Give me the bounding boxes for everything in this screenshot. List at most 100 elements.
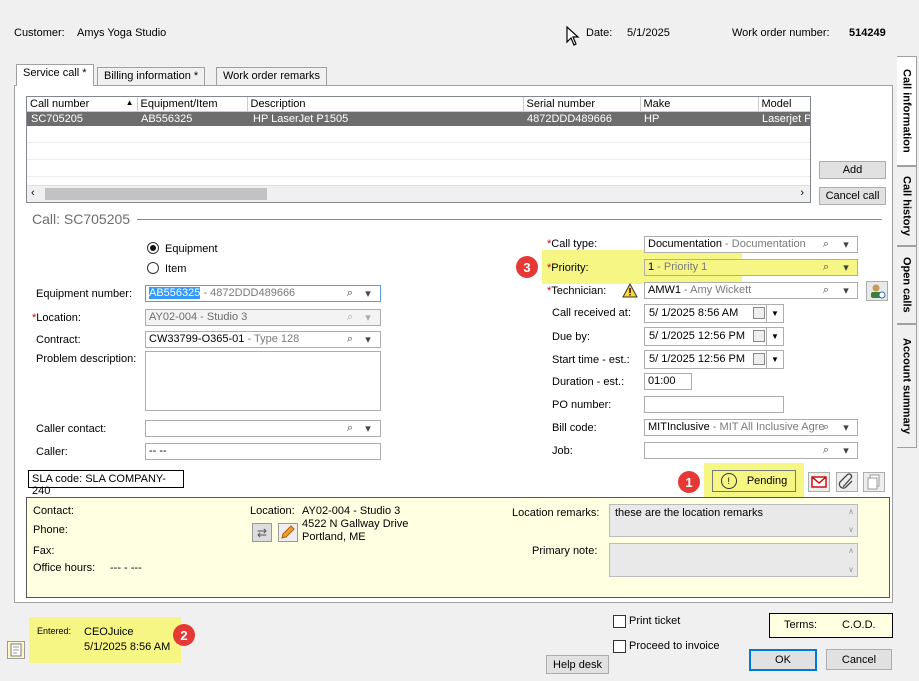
email-icon[interactable] — [808, 472, 830, 492]
column-header[interactable]: Make — [640, 97, 759, 112]
search-icon[interactable]: ⌕ — [818, 236, 834, 252]
search-icon[interactable]: ⌕ — [818, 259, 834, 275]
calendar-icon[interactable] — [753, 330, 765, 342]
call-type-value: Documentation — [648, 238, 722, 250]
sort-ascending-icon: ▲ — [125, 98, 134, 107]
calls-grid[interactable]: Call number ▲ Equipment/Item Description … — [26, 96, 811, 203]
start-time-datetime[interactable]: 5/ 1/2025 12:56 PM ▼ — [644, 350, 784, 369]
radio-item[interactable] — [147, 262, 159, 274]
warning-icon — [622, 282, 638, 301]
column-header[interactable]: Equipment/Item — [137, 97, 248, 112]
info-location-line1: AY02-004 - Studio 3 — [302, 505, 401, 517]
cancel-call-button[interactable]: Cancel call — [819, 187, 886, 205]
entered-at: 5/1/2025 8:56 AM — [84, 641, 171, 653]
contract-desc: - Type 128 — [244, 333, 300, 345]
dropdown-menu-icon[interactable]: ▾ — [360, 331, 376, 347]
tab-service-call[interactable]: Service call * — [16, 64, 94, 86]
dropdown-menu-icon[interactable]: ▾ — [838, 419, 854, 435]
table-cell: HP — [644, 113, 660, 125]
location-remarks-value: these are the location remarks — [615, 507, 763, 519]
caller-field[interactable]: -- -- — [145, 443, 381, 460]
problem-description-textarea[interactable] — [145, 351, 381, 411]
ok-button[interactable]: OK — [749, 649, 817, 671]
proceed-invoice-checkbox[interactable] — [613, 640, 626, 653]
primary-note-label: Primary note: — [532, 545, 598, 557]
calendar-icon[interactable] — [753, 353, 765, 365]
bill-code-desc: - MIT All Inclusive Agre — [709, 421, 825, 433]
chevron-down-icon[interactable]: ▼ — [766, 328, 783, 345]
dropdown-menu-icon[interactable]: ▾ — [838, 282, 854, 298]
swap-location-icon[interactable]: ⇄ — [252, 523, 272, 542]
search-icon[interactable]: ⌕ — [342, 420, 358, 436]
location-remarks-box[interactable]: these are the location remarks ∧ ∨ — [609, 504, 858, 537]
print-ticket-checkbox[interactable] — [613, 615, 626, 628]
scroll-up-icon[interactable]: ∧ — [848, 546, 854, 555]
annotation-badge-1: 1 — [678, 471, 700, 493]
office-hours-value: --- - --- — [110, 562, 142, 574]
job-label: Job: — [552, 445, 573, 457]
primary-note-box[interactable]: ∧ ∨ — [609, 543, 858, 577]
pending-label: Pending — [746, 475, 788, 487]
side-tab-call-history[interactable]: Call history — [897, 166, 917, 246]
chevron-down-icon[interactable]: ▼ — [766, 305, 783, 322]
search-icon[interactable]: ⌕ — [342, 331, 358, 347]
scroll-up-icon[interactable]: ∧ — [848, 507, 854, 516]
column-header[interactable]: Call number ▲ — [27, 97, 138, 112]
scrollbar-thumb[interactable] — [45, 188, 267, 200]
location-desc: - Studio 3 — [197, 311, 248, 323]
duration-field[interactable]: 01:00 — [644, 373, 692, 390]
edit-location-icon[interactable] — [278, 523, 298, 542]
po-number-field[interactable] — [644, 396, 784, 413]
tab-label: Service call * — [23, 67, 87, 79]
copy-icon[interactable] — [863, 472, 885, 492]
scroll-down-icon[interactable]: ∨ — [848, 565, 854, 574]
search-icon[interactable]: ⌕ — [818, 419, 834, 435]
pending-status-button[interactable]: ! Pending — [712, 470, 796, 492]
chevron-down-icon[interactable]: ▼ — [766, 351, 783, 368]
tab-billing-information[interactable]: Billing information * — [97, 67, 206, 85]
dropdown-menu-icon[interactable]: ▾ — [360, 420, 376, 436]
column-header[interactable]: Serial number — [523, 97, 641, 112]
table-row[interactable]: SC705205 AB556325 HP LaserJet P1505 4872… — [27, 111, 810, 126]
side-tab-label: Account summary — [900, 338, 913, 434]
add-button[interactable]: Add — [819, 161, 886, 179]
help-desk-button[interactable]: Help desk — [546, 655, 609, 674]
dropdown-menu-icon[interactable]: ▾ — [838, 236, 854, 252]
tab-work-order-remarks[interactable]: Work order remarks — [216, 67, 327, 85]
priority-label: *Priority: — [547, 262, 589, 274]
due-by-datetime[interactable]: 5/ 1/2025 12:56 PM ▼ — [644, 327, 784, 346]
radio-equipment[interactable] — [147, 242, 159, 254]
search-icon[interactable]: ⌕ — [342, 285, 358, 301]
equipment-number-value: AB556325 — [149, 287, 201, 299]
equipment-number-label: Equipment number: — [36, 288, 132, 300]
side-tab-label: Call history — [900, 176, 913, 236]
dropdown-menu-icon[interactable]: ▾ — [838, 259, 854, 275]
dropdown-menu-icon[interactable]: ▾ — [360, 285, 376, 301]
technician-desc: - Amy Wickett — [681, 284, 752, 296]
column-header[interactable]: Model — [758, 97, 810, 112]
technician-schedule-icon[interactable] — [866, 281, 888, 301]
table-cell: 4872DDD489666 — [527, 113, 613, 125]
bill-code-value: MITInclusive — [648, 421, 710, 433]
scroll-right-icon[interactable]: › — [800, 187, 804, 199]
side-tab-call-information[interactable]: Call information — [897, 56, 917, 166]
attachment-icon[interactable] — [836, 472, 858, 492]
contract-label: Contract: — [36, 334, 81, 346]
calendar-icon[interactable] — [753, 307, 765, 319]
location-label: *Location: — [32, 312, 81, 324]
cancel-button[interactable]: Cancel — [826, 649, 892, 670]
tab-label: Billing information * — [104, 70, 199, 82]
call-received-datetime[interactable]: 5/ 1/2025 8:56 AM ▼ — [644, 304, 784, 323]
notes-icon[interactable] — [7, 641, 25, 659]
side-tab-open-calls[interactable]: Open calls — [897, 246, 917, 324]
scroll-down-icon[interactable]: ∨ — [848, 525, 854, 534]
scroll-left-icon[interactable]: ‹ — [31, 187, 35, 199]
search-icon[interactable]: ⌕ — [818, 282, 834, 298]
contact-label: Contact: — [33, 505, 74, 517]
dropdown-menu-icon[interactable]: ▾ — [838, 442, 854, 458]
horizontal-scrollbar[interactable]: ‹ › — [27, 185, 810, 202]
side-tab-account-summary[interactable]: Account summary — [897, 324, 917, 448]
column-header[interactable]: Description — [247, 97, 524, 112]
dropdown-menu-icon: ▾ — [365, 311, 371, 324]
search-icon[interactable]: ⌕ — [818, 442, 834, 458]
